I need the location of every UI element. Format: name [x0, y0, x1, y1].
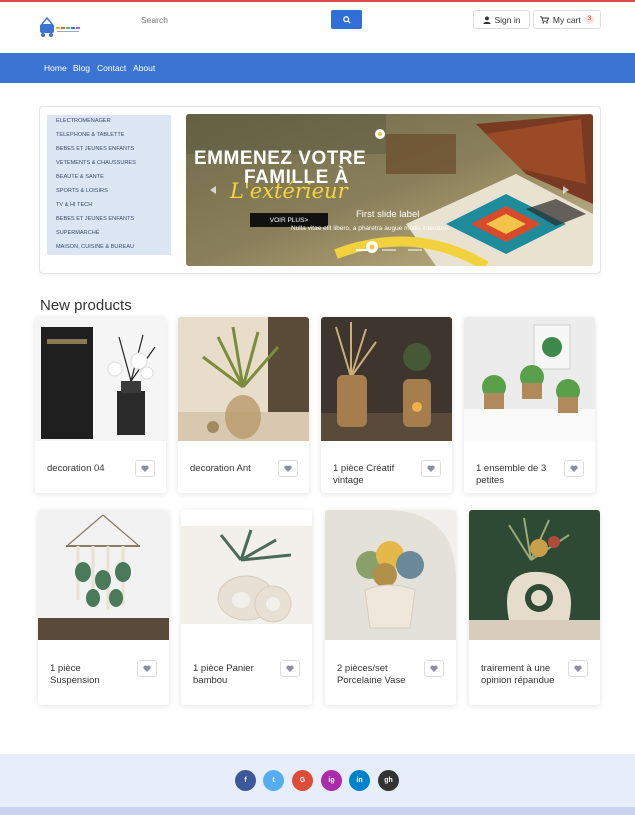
product-title: 1 pièce Panier bambou: [193, 663, 254, 686]
site-logo[interactable]: [38, 16, 86, 38]
product-title: 2 pièces/set Porcelaine Vase: [337, 663, 406, 686]
cart-label: My cart: [552, 14, 581, 25]
user-icon: [482, 15, 491, 24]
twitter-icon[interactable]: t: [263, 770, 284, 791]
google-icon[interactable]: G: [292, 770, 313, 791]
sign-in-button[interactable]: Sign in: [473, 10, 530, 29]
product-title: 1 pièce Créatif vintage: [333, 463, 395, 486]
product-card[interactable]: trairement à une opinion répandue: [469, 510, 600, 705]
favorite-button[interactable]: [424, 660, 444, 677]
banner-script: L'extérieur: [230, 179, 348, 203]
product-title: decoration 04: [47, 463, 105, 474]
nav-home[interactable]: Home: [44, 63, 67, 73]
category-item[interactable]: TV & HI TECH: [56, 202, 92, 208]
product-image: [325, 510, 456, 640]
heart-icon: [141, 465, 149, 472]
product-card[interactable]: 2 pièces/set Porcelaine Vase: [325, 510, 456, 705]
product-image: [464, 317, 595, 441]
linkedin-icon[interactable]: in: [349, 770, 370, 791]
category-item[interactable]: SUPERMARCHÉ: [56, 230, 100, 236]
sign-in-label: Sign in: [494, 14, 521, 25]
nav-blog[interactable]: Blog: [73, 63, 90, 73]
product-title: 1 pièce Suspension: [50, 663, 100, 686]
slide-caption: Nulla vitae elit libero, a pharetra augu…: [291, 225, 450, 232]
category-item[interactable]: BEBES ET JEUNES ENFANTS: [56, 146, 134, 152]
instagram-icon[interactable]: ig: [321, 770, 342, 791]
heart-icon: [143, 665, 151, 672]
product-card[interactable]: 1 pièce Panier bambou: [181, 510, 312, 705]
github-icon[interactable]: gh: [378, 770, 399, 791]
heart-icon: [574, 665, 582, 672]
favorite-button[interactable]: [135, 460, 155, 477]
favorite-button[interactable]: [278, 460, 298, 477]
category-item[interactable]: VETEMENTS & CHAUSSURES: [56, 160, 136, 166]
search-button[interactable]: [331, 10, 362, 29]
search-icon: [342, 15, 351, 24]
category-item[interactable]: SPORTS & LOISIRS: [56, 188, 108, 194]
favorite-button[interactable]: [280, 660, 300, 677]
heart-icon: [286, 665, 294, 672]
nav-about[interactable]: About: [133, 63, 155, 73]
facebook-icon[interactable]: f: [235, 770, 256, 791]
search-input[interactable]: [137, 11, 327, 29]
favorite-button[interactable]: [568, 660, 588, 677]
cart-button[interactable]: My cart 3: [533, 10, 601, 29]
product-image: [181, 510, 312, 640]
category-item[interactable]: ELECTROMENAGER: [56, 118, 111, 124]
cart-count-badge: 3: [584, 15, 595, 24]
product-image: [321, 317, 452, 441]
category-item[interactable]: BEAUTE & SANTE: [56, 174, 104, 180]
category-list: ELECTROMENAGER TELEPHONE & TABLETTE BEBE…: [47, 115, 171, 255]
heart-icon: [427, 465, 435, 472]
heart-icon: [570, 465, 578, 472]
product-card[interactable]: 1 pièce Créatif vintage: [321, 317, 452, 493]
product-card[interactable]: decoration 04: [35, 317, 166, 493]
favorite-button[interactable]: [564, 460, 584, 477]
category-item[interactable]: BEBES ET JEUNES ENFANTS: [56, 216, 134, 222]
product-title: decoration Ant: [190, 463, 251, 474]
category-item[interactable]: MAISON, CUISINE & BUREAU: [56, 244, 134, 250]
favorite-button[interactable]: [137, 660, 157, 677]
product-card[interactable]: decoration Ant: [178, 317, 309, 493]
product-image: [178, 317, 309, 441]
nav-contact[interactable]: Contact: [97, 63, 126, 73]
category-item[interactable]: TELEPHONE & TABLETTE: [56, 132, 125, 138]
site-header: Sign in My cart 3: [0, 2, 635, 52]
site-footer: [0, 754, 635, 815]
heart-icon: [284, 465, 292, 472]
product-title: 1 ensemble de 3 petites: [476, 463, 547, 486]
product-image: [38, 510, 169, 640]
product-card[interactable]: 1 pièce Suspension: [38, 510, 169, 705]
product-image: [35, 317, 166, 441]
slide-label: First slide label: [356, 209, 420, 220]
hero-banner[interactable]: EMMENEZ VOTRE FAMILLE À L'extérieur VOIR…: [186, 114, 593, 266]
section-title: New products: [40, 297, 132, 314]
main-navbar: Home Blog Contact About: [0, 53, 635, 83]
product-card[interactable]: 1 ensemble de 3 petites: [464, 317, 595, 493]
cart-icon: [539, 15, 549, 24]
product-image: [469, 510, 600, 640]
heart-icon: [430, 665, 438, 672]
product-title: trairement à une opinion répandue: [481, 663, 555, 686]
favorite-button[interactable]: [421, 460, 441, 477]
footer-bottom-bar: [0, 807, 635, 815]
